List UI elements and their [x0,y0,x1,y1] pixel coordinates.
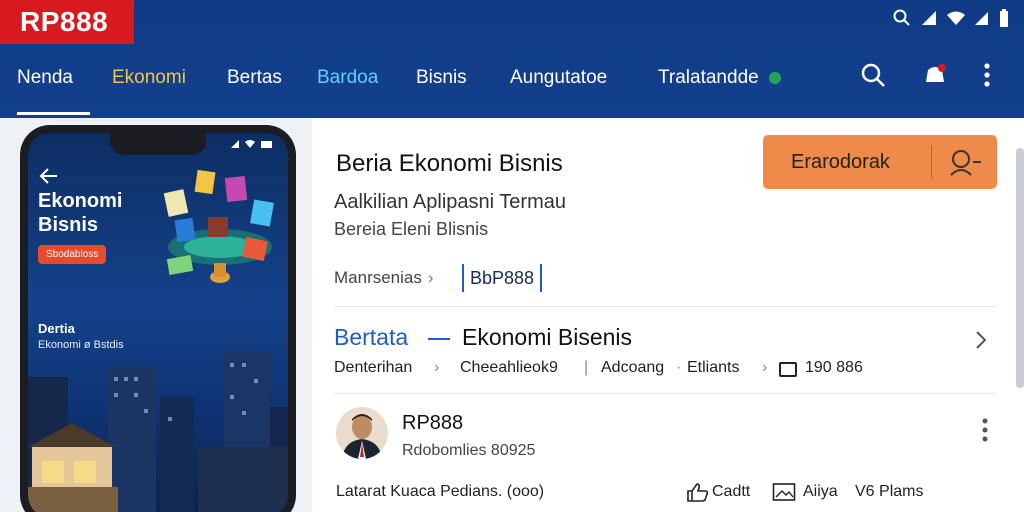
phone-title-line1: Ekonomi [38,190,123,212]
live-dot-icon [768,71,781,84]
phone-subtitle-secondary: Ekonomi ø Bstdis [38,339,124,351]
divider [334,306,996,307]
search-status-icon [893,9,910,26]
author-name[interactable]: RP888 [402,412,463,435]
phone-status-bar [230,139,274,149]
nav-item-nenda[interactable]: Nenda [17,56,90,115]
chevron-right-icon: › [762,359,768,376]
section-name: Ekonomi Bisenis [462,324,633,350]
phone-title: Ekonomi Bisnis [38,189,158,237]
user-search-icon [950,150,981,176]
views-label: V6 Plams [855,483,924,500]
nav-item-bardoa[interactable]: Bardoa [317,56,378,100]
back-arrow-icon[interactable] [38,165,60,187]
cta-divider [931,145,932,179]
meta-separator: · [676,359,682,376]
brand-tag[interactable]: BbP888 [462,264,543,292]
more-vert-icon[interactable] [972,60,1002,90]
article-subtitle-secondary: Bereia Eleni Blisnis [334,219,489,239]
section-dash [428,338,450,340]
image-icon[interactable] [772,482,796,502]
meta-separator: | [584,359,589,376]
avatar[interactable] [336,407,388,459]
chevron-right-icon[interactable] [972,328,990,352]
brand-logo[interactable]: RP888 [0,0,134,44]
image-label[interactable]: Aiiya [803,483,838,501]
section-label: Bertata [334,324,409,350]
divider [334,393,996,394]
phone-screen: Ekonomi Bisnis Sbodabloss Dertia Ekonomi… [28,133,288,512]
nav-item-tralatandde[interactable]: Tralatandde [658,56,781,100]
city-skyline-illustration [28,351,288,512]
signal-bars-icon [975,12,988,25]
nav-item-aungutatoe[interactable]: Aungutatoe [510,56,607,100]
phone-notch [110,133,206,155]
meta-item[interactable]: Etliants [687,359,739,377]
phone-subtitle: Dertia [38,321,75,336]
battery-icon [1000,9,1008,27]
meta-count: 190 886 [805,359,863,376]
phone-title-line2: Bisnis [38,214,99,236]
breadcrumb-label: Manrsenias [334,268,422,287]
status-bar [892,6,1010,30]
search-icon[interactable] [858,60,888,90]
meta-item[interactable]: Adcoang [601,359,664,377]
phone-category-pill[interactable]: Sbodabloss [38,245,107,264]
author-meta: Rdobomlies 80925 [402,442,536,459]
article-title: Beria Ekonomi Bisnis [336,150,563,177]
meta-item[interactable]: Denterihan [334,359,412,377]
nav-item-ekonomi[interactable]: Ekonomi [112,56,186,100]
counter-icon [779,362,797,377]
nav-item-bisnis[interactable]: Bisnis [416,56,467,100]
phone-preview-area: Ekonomi Bisnis Sbodabloss Dertia Ekonomi… [0,118,312,512]
article-subtitle: Aalkilian Aplipasni Termau [334,191,566,213]
cta-label: Erarodorak [791,151,890,173]
chevron-right-icon: › [434,359,440,376]
scrollbar[interactable] [1016,148,1024,388]
meta-item[interactable]: Cheeahlieok9 [460,359,558,377]
nav-item-tralatandde-label: Tralatandde [658,67,759,88]
breadcrumb[interactable]: Manrsenias › [334,268,434,288]
article-panel: Beria Ekonomi Bisnis Erarodorak Aalkilia… [312,118,1024,512]
signal-icon [922,11,936,25]
like-icon[interactable] [686,482,710,502]
wifi-icon [947,11,965,25]
chevron-right-icon: › [427,268,434,287]
footer-text: Latarat Kuaca Pedians. (ooo) [336,483,545,500]
app-header: RP888 Nenda Ekonomi Bertas Bardoa Bisnis… [0,0,1024,118]
phone-mockup: Ekonomi Bisnis Sbodabloss Dertia Ekonomi… [20,125,296,512]
finance-illustration [163,169,274,283]
notification-icon[interactable] [920,60,950,90]
cta-button[interactable]: Erarodorak [763,135,997,189]
more-vert-icon[interactable] [978,416,992,444]
like-label[interactable]: Cadtt [712,483,750,501]
nav-item-bertas[interactable]: Bertas [227,56,282,100]
